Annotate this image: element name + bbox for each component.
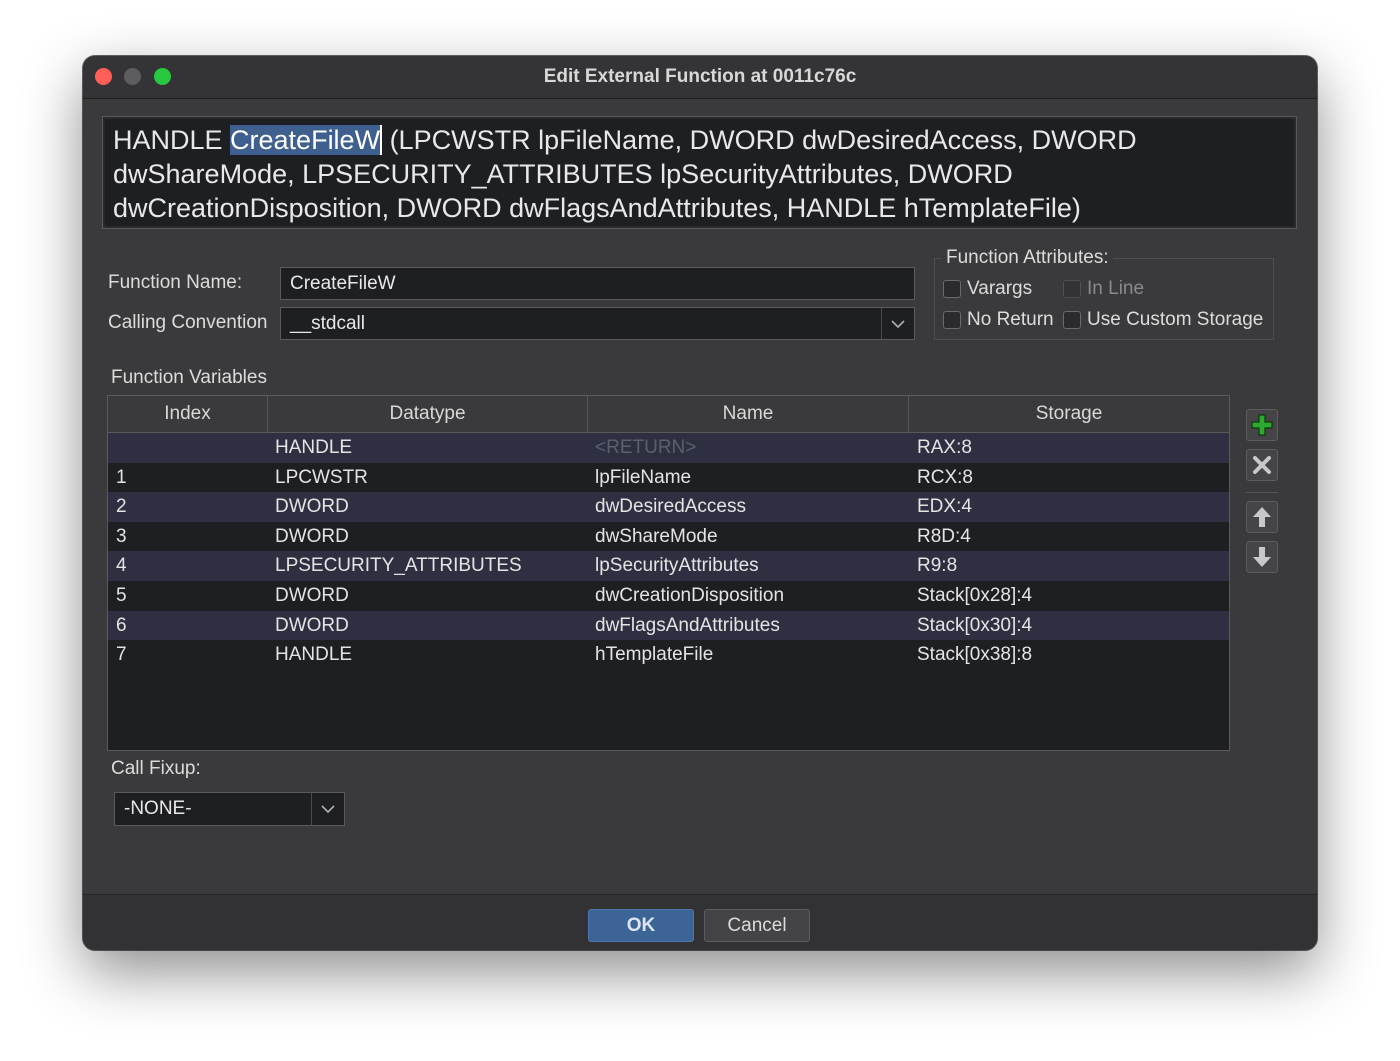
call-fixup-label: Call Fixup:: [111, 758, 201, 779]
table-row[interactable]: 5 DWORD dwCreationDisposition Stack[0x28…: [108, 581, 1229, 611]
cell-index: 6: [116, 614, 127, 636]
cell-index: 4: [116, 555, 127, 577]
arrow-up-icon: [1253, 507, 1271, 527]
cell-storage[interactable]: RAX:8: [917, 433, 972, 463]
no-return-checkbox[interactable]: No Return: [943, 309, 1054, 331]
cell-name[interactable]: lpFileName: [595, 463, 691, 493]
table-header: Index Datatype Name Storage: [108, 396, 1229, 433]
cell-index: 3: [116, 525, 127, 547]
cell-datatype[interactable]: HANDLE: [275, 640, 352, 670]
cell-name[interactable]: dwDesiredAccess: [595, 492, 746, 522]
cell-index: 5: [116, 585, 127, 606]
cell-storage[interactable]: EDX:4: [917, 492, 972, 522]
calling-convention-label: Calling Convention: [108, 312, 268, 333]
custom-storage-checkbox-box[interactable]: [1063, 311, 1081, 329]
cell-datatype[interactable]: LPSECURITY_ATTRIBUTES: [275, 551, 522, 581]
cell-datatype[interactable]: DWORD: [275, 522, 349, 552]
function-variables-table[interactable]: Index Datatype Name Storage HANDLE <RETU…: [107, 395, 1230, 751]
cell-name[interactable]: <RETURN>: [595, 433, 696, 463]
cancel-button[interactable]: Cancel: [704, 909, 810, 942]
table-row[interactable]: 1 LPCWSTR lpFileName RCX:8: [108, 463, 1229, 493]
cell-index: 7: [116, 644, 127, 666]
dialog-footer: OK Cancel: [83, 894, 1317, 950]
plus-icon: [1251, 414, 1273, 436]
arrow-down-icon: [1253, 547, 1271, 567]
ok-button[interactable]: OK: [588, 909, 694, 942]
cell-storage[interactable]: RCX:8: [917, 463, 973, 493]
column-header-storage[interactable]: Storage: [909, 396, 1229, 432]
cell-datatype[interactable]: DWORD: [275, 581, 349, 611]
varargs-checkbox-box[interactable]: [943, 280, 961, 298]
remove-variable-button[interactable]: [1246, 449, 1278, 481]
column-header-index[interactable]: Index: [108, 396, 268, 432]
table-row[interactable]: 7 HANDLE hTemplateFile Stack[0x38]:8: [108, 640, 1229, 670]
column-header-name[interactable]: Name: [588, 396, 909, 432]
move-up-button[interactable]: [1246, 501, 1278, 533]
function-variables-label: Function Variables: [111, 367, 267, 388]
table-row[interactable]: 6 DWORD dwFlagsAndAttributes Stack[0x30]…: [108, 610, 1229, 641]
window-title: Edit External Function at 0011c76c: [543, 66, 857, 87]
cell-name[interactable]: hTemplateFile: [595, 640, 713, 670]
function-attributes-label: Function Attributes:: [942, 247, 1113, 269]
function-name-field[interactable]: CreateFileW: [280, 267, 915, 300]
cell-storage[interactable]: R9:8: [917, 551, 957, 581]
cell-name[interactable]: dwShareMode: [595, 522, 718, 552]
cell-index: 1: [116, 466, 127, 488]
call-fixup-select[interactable]: -NONE-: [114, 792, 345, 826]
table-row[interactable]: HANDLE <RETURN> RAX:8: [108, 433, 1229, 463]
column-header-datatype[interactable]: Datatype: [268, 396, 588, 432]
signature-editor[interactable]: HANDLE CreateFileW (LPCWSTR lpFileName, …: [102, 116, 1297, 229]
cell-storage[interactable]: R8D:4: [917, 522, 971, 552]
function-name-value: CreateFileW: [290, 273, 396, 294]
chevron-down-icon[interactable]: [311, 793, 344, 825]
cell-storage[interactable]: Stack[0x38]:8: [917, 640, 1032, 670]
cell-storage[interactable]: Stack[0x30]:4: [917, 611, 1032, 641]
title-bar: Edit External Function at 0011c76c: [83, 56, 1317, 99]
cell-name[interactable]: dwCreationDisposition: [595, 581, 784, 611]
custom-storage-checkbox[interactable]: Use Custom Storage: [1063, 309, 1263, 331]
edit-function-dialog: Edit External Function at 0011c76c HANDL…: [83, 56, 1317, 950]
function-attributes-group: Varargs In Line No Return Use Custom Sto…: [934, 258, 1274, 340]
cell-storage[interactable]: Stack[0x28]:4: [917, 581, 1032, 611]
chevron-down-icon[interactable]: [881, 308, 914, 339]
cell-datatype[interactable]: DWORD: [275, 611, 349, 641]
x-icon: [1253, 456, 1271, 474]
cell-datatype[interactable]: DWORD: [275, 492, 349, 522]
cell-datatype[interactable]: HANDLE: [275, 433, 352, 463]
function-name-label: Function Name:: [108, 272, 243, 293]
table-row[interactable]: 4 LPSECURITY_ATTRIBUTES lpSecurityAttrib…: [108, 551, 1229, 581]
calling-convention-value: __stdcall: [290, 313, 365, 334]
table-row[interactable]: 2 DWORD dwDesiredAccess EDX:4: [108, 492, 1229, 522]
in-line-label: In Line: [1087, 278, 1145, 299]
move-down-button[interactable]: [1246, 541, 1278, 573]
custom-storage-label: Use Custom Storage: [1087, 309, 1264, 330]
cell-datatype[interactable]: LPCWSTR: [275, 463, 368, 493]
cell-name[interactable]: lpSecurityAttributes: [595, 551, 759, 581]
add-variable-button[interactable]: [1246, 409, 1278, 441]
varargs-label: Varargs: [967, 278, 1033, 299]
no-return-checkbox-box[interactable]: [943, 311, 961, 329]
varargs-checkbox[interactable]: Varargs: [943, 278, 1032, 300]
side-button-divider: [1246, 492, 1278, 493]
signature-return-type: HANDLE: [113, 125, 231, 155]
cell-name[interactable]: dwFlagsAndAttributes: [595, 611, 780, 641]
no-return-label: No Return: [967, 309, 1054, 330]
calling-convention-select[interactable]: __stdcall: [280, 307, 915, 340]
in-line-checkbox[interactable]: In Line: [1063, 278, 1144, 300]
cell-index: 2: [116, 496, 127, 518]
signature-selected-name[interactable]: CreateFileW: [230, 125, 383, 155]
in-line-checkbox-box[interactable]: [1063, 280, 1081, 298]
table-row[interactable]: 3 DWORD dwShareMode R8D:4: [108, 522, 1229, 552]
call-fixup-value: -NONE-: [124, 798, 192, 819]
